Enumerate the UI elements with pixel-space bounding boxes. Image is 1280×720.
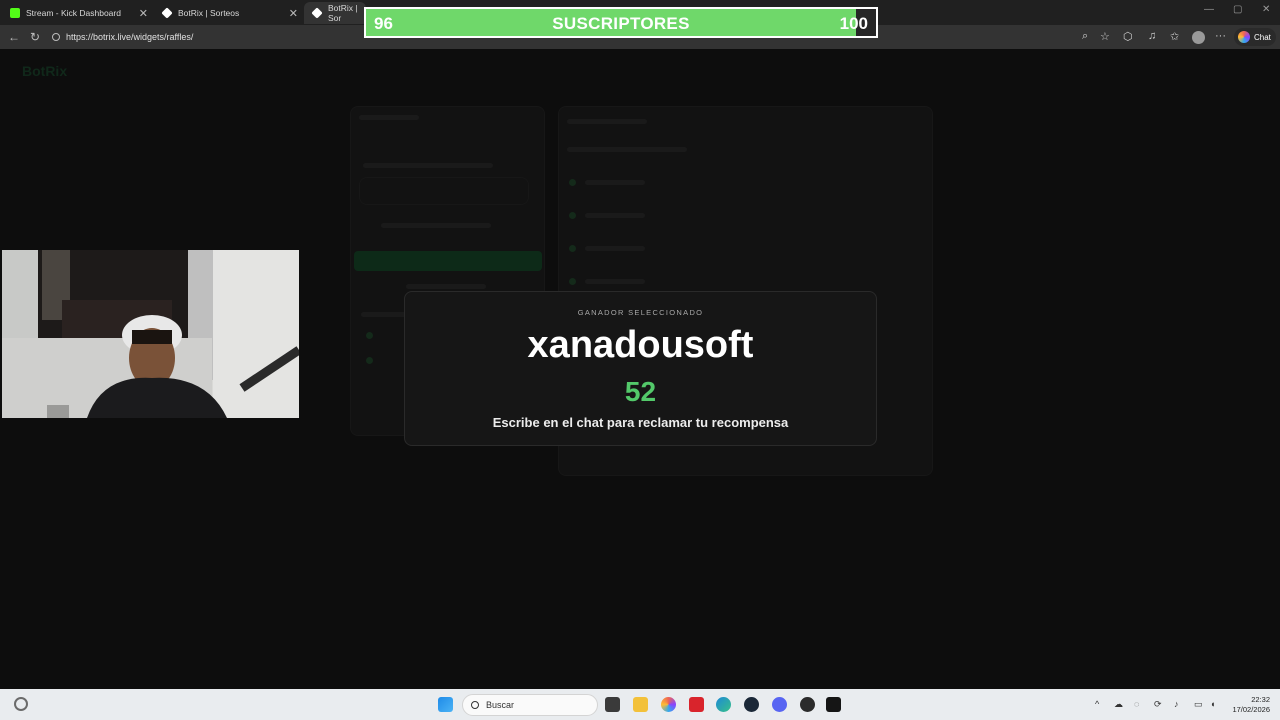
subscriber-goal-count: 100 bbox=[839, 14, 868, 33]
tray-app-icon[interactable]: ◌ bbox=[1134, 699, 1139, 709]
search-placeholder: Buscar bbox=[486, 700, 515, 710]
webcam-feed bbox=[2, 250, 299, 418]
tab-title: BotRix | Sorteos bbox=[178, 8, 240, 18]
tab-kick-dashboard[interactable]: Stream - Kick Dashboard ✕ bbox=[2, 2, 154, 24]
copilot-chat-button[interactable]: Chat bbox=[1234, 28, 1276, 46]
back-icon[interactable]: ← bbox=[8, 30, 20, 44]
file-explorer-icon[interactable] bbox=[633, 697, 648, 712]
botrix-favicon-icon bbox=[161, 7, 173, 19]
subscriber-goal-label: SUSCRIPTORES bbox=[552, 14, 690, 33]
tab-title: Stream - Kick Dashboard bbox=[26, 8, 121, 18]
more-options-icon[interactable]: ··· bbox=[1215, 30, 1226, 42]
draw-winner-button bbox=[354, 251, 542, 271]
tab-botrix-sorteos[interactable]: BotRix | Sorteos ✕ bbox=[154, 2, 304, 24]
volume-icon[interactable]: ◖ bbox=[1210, 699, 1215, 709]
reload-icon[interactable]: ↻ bbox=[30, 30, 40, 44]
webcam-image bbox=[2, 250, 299, 418]
start-menu-icon[interactable] bbox=[438, 697, 453, 712]
media-icon[interactable]: ♫ bbox=[1148, 30, 1156, 42]
widgets-icon[interactable] bbox=[14, 697, 28, 711]
obs-studio-icon[interactable] bbox=[800, 697, 815, 712]
subscriber-goal-bar: SUSCRIPTORES 96 100 bbox=[364, 7, 878, 38]
winner-selected-heading: GANADOR SELECCIONADO bbox=[577, 308, 704, 317]
clock-date: 17/02/2026 bbox=[1232, 705, 1270, 714]
taskbar-search[interactable]: Buscar bbox=[462, 694, 598, 716]
discord-icon[interactable] bbox=[772, 697, 787, 712]
botrix-favicon-icon bbox=[311, 7, 323, 19]
close-tab-icon[interactable]: ✕ bbox=[289, 7, 298, 20]
close-tab-icon[interactable]: ✕ bbox=[139, 7, 148, 20]
tab-botrix-sorteos-active[interactable]: BotRix | Sor bbox=[304, 2, 366, 24]
wps-office-icon[interactable] bbox=[689, 697, 704, 712]
maximize-icon[interactable]: ▢ bbox=[1233, 4, 1242, 15]
favorites-icon[interactable]: ✩ bbox=[1170, 30, 1179, 43]
tab-title: BotRix | Sor bbox=[328, 3, 358, 23]
task-view-icon[interactable] bbox=[605, 697, 620, 712]
cloud-icon[interactable]: ☁ bbox=[1114, 699, 1123, 710]
claim-reward-message: Escribe en el chat para reclamar tu reco… bbox=[492, 415, 789, 430]
system-clock[interactable]: 22:32 17/02/2026 bbox=[1228, 695, 1270, 715]
close-window-icon[interactable]: ✕ bbox=[1262, 4, 1270, 15]
url-text: https://botrix.live/widgets/raffles/ bbox=[66, 32, 194, 42]
zoom-icon[interactable]: ⌕ bbox=[1082, 30, 1088, 43]
extensions-icon[interactable]: ⬡ bbox=[1123, 30, 1133, 43]
winner-modal: GANADOR SELECCIONADO xanadousoft 52 Escr… bbox=[404, 291, 877, 446]
favorite-star-icon[interactable]: ☆ bbox=[1100, 30, 1110, 43]
edge-browser-icon[interactable] bbox=[716, 697, 731, 712]
kick-favicon-icon bbox=[10, 8, 20, 18]
copilot-icon bbox=[1238, 31, 1250, 43]
steam-icon[interactable] bbox=[744, 697, 759, 712]
clock-time: 22:32 bbox=[1251, 695, 1270, 704]
windows-taskbar: Buscar ^ ☁ ◌ ⟳ ♪ ▭ ◖ 22:32 17/02/2026 bbox=[0, 689, 1280, 720]
minimize-icon[interactable]: — bbox=[1204, 4, 1214, 15]
botrix-logo: BotRix bbox=[22, 63, 68, 79]
copilot-app-icon[interactable] bbox=[661, 697, 676, 712]
winner-number: 52 bbox=[624, 376, 657, 407]
winner-username: xanadousoft bbox=[527, 324, 754, 366]
profile-avatar-icon[interactable] bbox=[1192, 31, 1205, 44]
microphone-icon[interactable]: ♪ bbox=[1174, 699, 1179, 709]
subscriber-current-count: 96 bbox=[374, 14, 393, 33]
sync-icon[interactable]: ⟳ bbox=[1154, 699, 1162, 710]
display-icon[interactable]: ▭ bbox=[1194, 699, 1203, 710]
site-info-icon[interactable] bbox=[52, 33, 60, 41]
search-icon bbox=[471, 701, 479, 709]
show-hidden-icons-icon[interactable]: ^ bbox=[1095, 699, 1099, 709]
chat-label: Chat bbox=[1254, 32, 1271, 42]
app-icon[interactable] bbox=[826, 697, 841, 712]
